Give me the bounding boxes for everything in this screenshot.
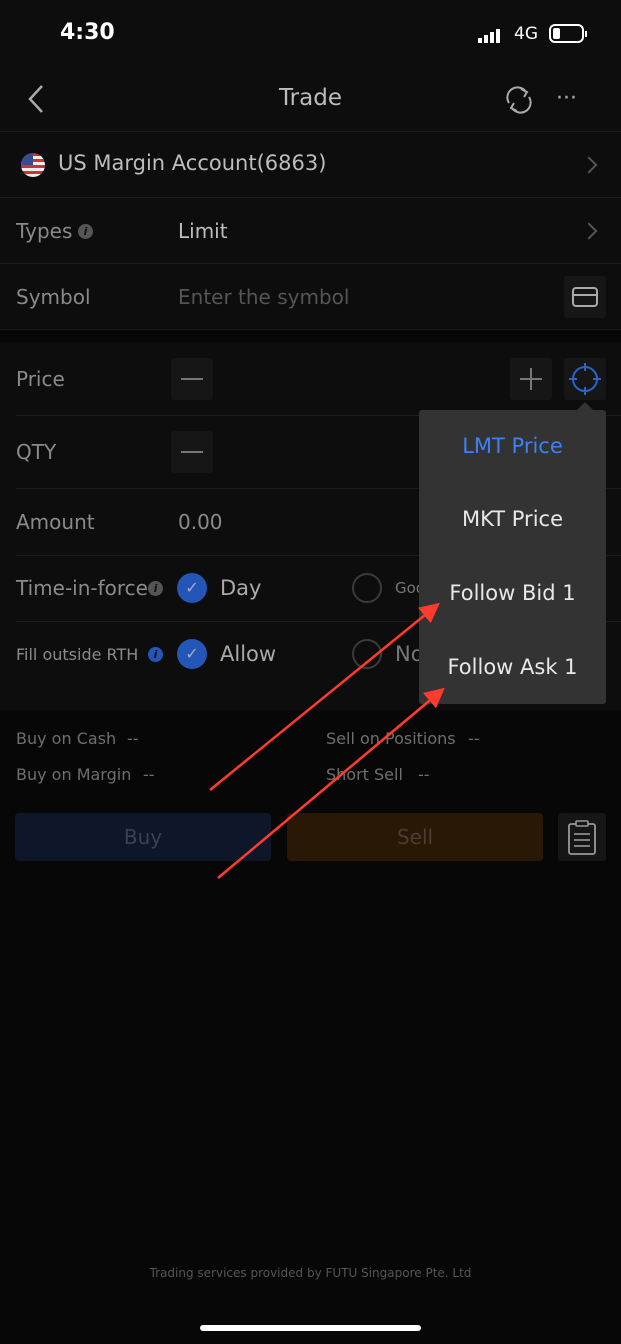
annotation-arrows bbox=[209, 602, 445, 879]
home-indicator bbox=[200, 1325, 421, 1331]
footer-text: Trading services provided by FUTU Singap… bbox=[149, 1266, 472, 1280]
arrow-to-follow-bid bbox=[209, 602, 440, 791]
arrow-to-follow-ask bbox=[217, 687, 445, 879]
